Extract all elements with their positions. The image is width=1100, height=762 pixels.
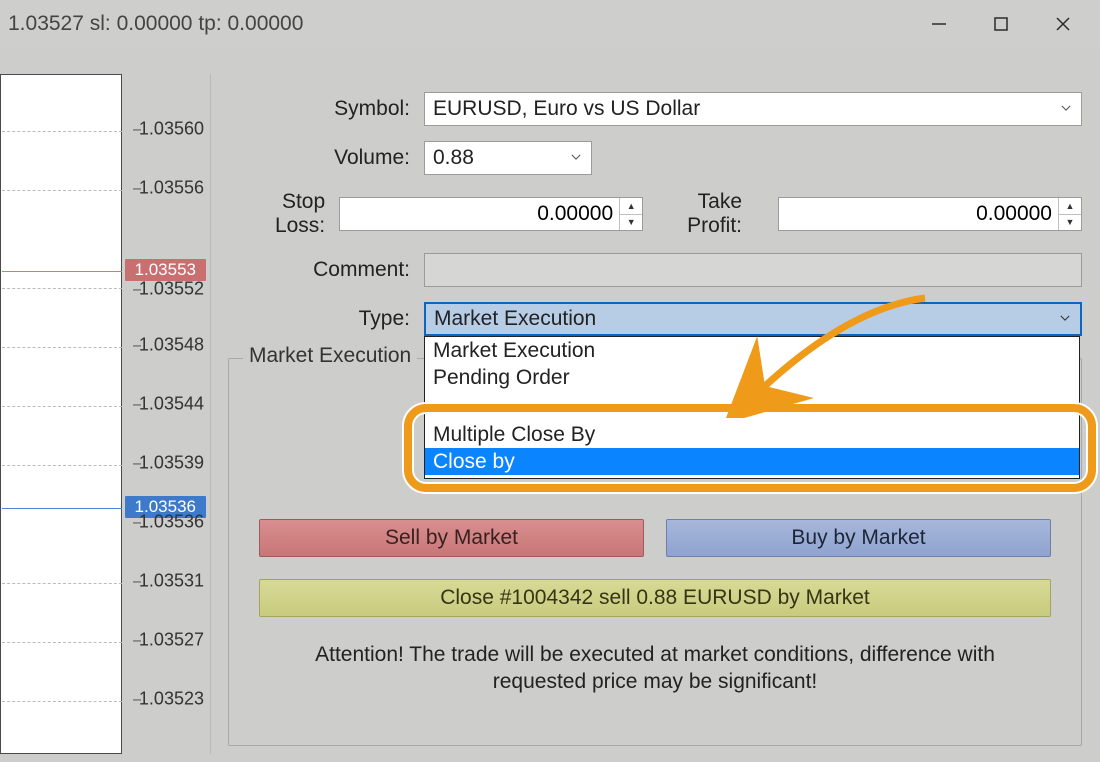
close-position-button[interactable]: Close #1004342 sell 0.88 EURUSD by Marke… xyxy=(259,579,1051,617)
chevron-down-icon xyxy=(569,146,583,170)
close-window-button[interactable] xyxy=(1032,0,1094,48)
chevron-down-icon xyxy=(1058,307,1072,331)
stop-loss-spinner[interactable]: ▲▼ xyxy=(619,198,642,230)
ask-price-line xyxy=(2,271,122,273)
tick-label: 1.03539 xyxy=(139,452,204,472)
price-chart-panel: 1.03560 1.03556 1.03553 1.03552 1.03548 … xyxy=(0,74,211,754)
tick-label: 1.03523 xyxy=(139,688,204,708)
maximize-button[interactable] xyxy=(970,0,1032,48)
chart-canvas xyxy=(0,74,122,754)
tick-label: 1.03556 xyxy=(139,177,204,197)
volume-value: 0.88 xyxy=(433,146,474,170)
order-form: Symbol: EURUSD, Euro vs US Dollar Volume… xyxy=(228,92,1082,336)
stop-loss-field[interactable] xyxy=(340,201,619,227)
type-option-pending-order[interactable]: Pending Order xyxy=(425,364,1079,391)
bid-price-line xyxy=(2,508,122,510)
comment-label: Comment: xyxy=(228,258,424,282)
symbol-label: Symbol: xyxy=(228,97,424,121)
chevron-down-icon xyxy=(1059,97,1073,121)
type-selected-value: Market Execution xyxy=(434,307,596,331)
tick-label: 1.03560 xyxy=(139,118,204,138)
take-profit-label: Take Profit: xyxy=(687,190,756,238)
buy-button-label: Buy by Market xyxy=(791,526,925,550)
market-execution-title: Market Execution xyxy=(243,344,417,368)
window-title: 1.03527 sl: 0.00000 tp: 0.00000 xyxy=(8,12,908,36)
take-profit-spinner[interactable]: ▲▼ xyxy=(1058,198,1081,230)
tick-label: 1.03536 xyxy=(139,511,204,531)
take-profit-field[interactable] xyxy=(779,201,1058,227)
type-label: Type: xyxy=(228,307,424,331)
symbol-select[interactable]: EURUSD, Euro vs US Dollar xyxy=(424,92,1082,126)
type-select[interactable]: Market Execution xyxy=(424,302,1082,336)
type-option-multiple-close-by[interactable]: Multiple Close By xyxy=(425,421,1079,448)
take-profit-input[interactable]: ▲▼ xyxy=(778,197,1082,231)
type-option-market-execution[interactable]: Market Execution xyxy=(425,337,1079,364)
type-dropdown-list[interactable]: Market Execution Pending Order Multiple … xyxy=(424,336,1080,479)
chart-axis: 1.03560 1.03556 1.03553 1.03552 1.03548 … xyxy=(122,74,210,754)
symbol-value: EURUSD, Euro vs US Dollar xyxy=(433,97,700,121)
buy-by-market-button[interactable]: Buy by Market xyxy=(666,519,1051,557)
tick-label: 1.03544 xyxy=(139,393,204,413)
minimize-button[interactable] xyxy=(908,0,970,48)
sell-by-market-button[interactable]: Sell by Market xyxy=(259,519,644,557)
volume-select[interactable]: 0.88 xyxy=(424,141,592,175)
tick-label: 1.03552 xyxy=(139,278,204,298)
tick-label: 1.03531 xyxy=(139,570,204,590)
sell-button-label: Sell by Market xyxy=(385,526,518,550)
attention-text: Attention! The trade will be executed at… xyxy=(269,641,1041,696)
stop-loss-input[interactable]: ▲▼ xyxy=(339,197,643,231)
type-option-close-by[interactable]: Close by xyxy=(425,448,1079,475)
stop-loss-label: Stop Loss: xyxy=(228,190,339,238)
volume-label: Volume: xyxy=(228,146,424,170)
tick-label: 1.03548 xyxy=(139,334,204,354)
comment-input[interactable] xyxy=(424,253,1082,287)
tick-label: 1.03527 xyxy=(139,629,204,649)
titlebar: 1.03527 sl: 0.00000 tp: 0.00000 xyxy=(0,0,1100,48)
close-button-label: Close #1004342 sell 0.88 EURUSD by Marke… xyxy=(440,586,870,610)
